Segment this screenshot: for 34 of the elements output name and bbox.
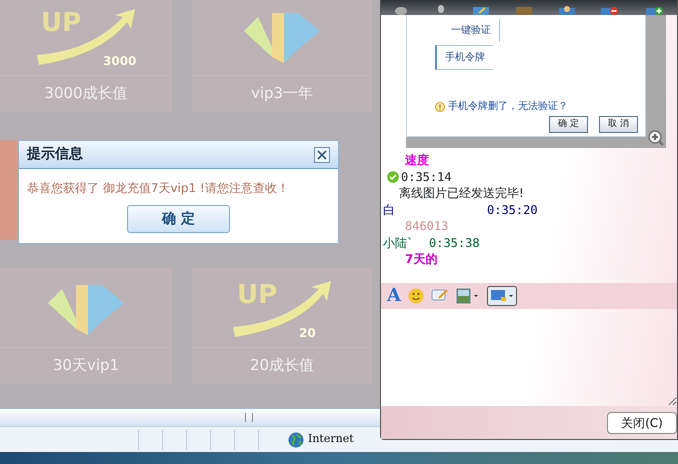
sender-name: 白	[383, 202, 395, 218]
dialog-button[interactable]: 确 定	[549, 116, 588, 133]
message-time: 0:35:20	[487, 202, 538, 218]
dialog-button[interactable]: 取 消	[599, 116, 638, 133]
dialog-title: 提示信息	[27, 145, 83, 164]
confirm-button[interactable]: 确 定	[127, 205, 230, 233]
message-time: 0:35:14	[401, 168, 452, 185]
sender-name: 小陆`	[383, 234, 413, 251]
add-contact-icon[interactable]	[646, 5, 664, 15]
zoom-in-icon[interactable]	[648, 130, 664, 146]
message-text: 速度	[405, 153, 429, 167]
remove-contact-icon[interactable]	[601, 5, 620, 15]
horizontal-scrollbar[interactable]	[0, 408, 380, 426]
globe-icon	[288, 432, 304, 448]
smiley-icon[interactable]	[408, 288, 424, 304]
warning-icon	[435, 102, 445, 112]
message-time: 0:35:38	[429, 234, 480, 251]
edit-icon[interactable]	[473, 5, 490, 15]
check-icon	[387, 170, 399, 183]
message-text: 离线图片已经发送完毕!	[399, 186, 524, 200]
dialog-message: 恭喜您获得了 御龙充值7天vip1 !请您注意查收！	[26, 180, 290, 197]
verification-tab[interactable]: 手机令牌	[435, 45, 493, 70]
screen-capture-icon[interactable]	[486, 286, 517, 306]
message-text: 7天的	[405, 252, 438, 266]
promo-tile[interactable]	[0, 140, 18, 240]
close-button[interactable]: 关闭(C)	[607, 412, 677, 434]
verification-tab[interactable]: 一键验证	[443, 19, 500, 42]
font-button[interactable]: A	[387, 287, 401, 305]
security-zone: Internet	[308, 431, 354, 448]
warning-text: 手机令牌删了，无法验证？	[448, 100, 568, 114]
message-text: 846013	[405, 219, 448, 233]
contacts-icon[interactable]	[558, 5, 575, 15]
image-icon[interactable]	[456, 288, 480, 304]
close-icon[interactable]	[314, 146, 330, 162]
